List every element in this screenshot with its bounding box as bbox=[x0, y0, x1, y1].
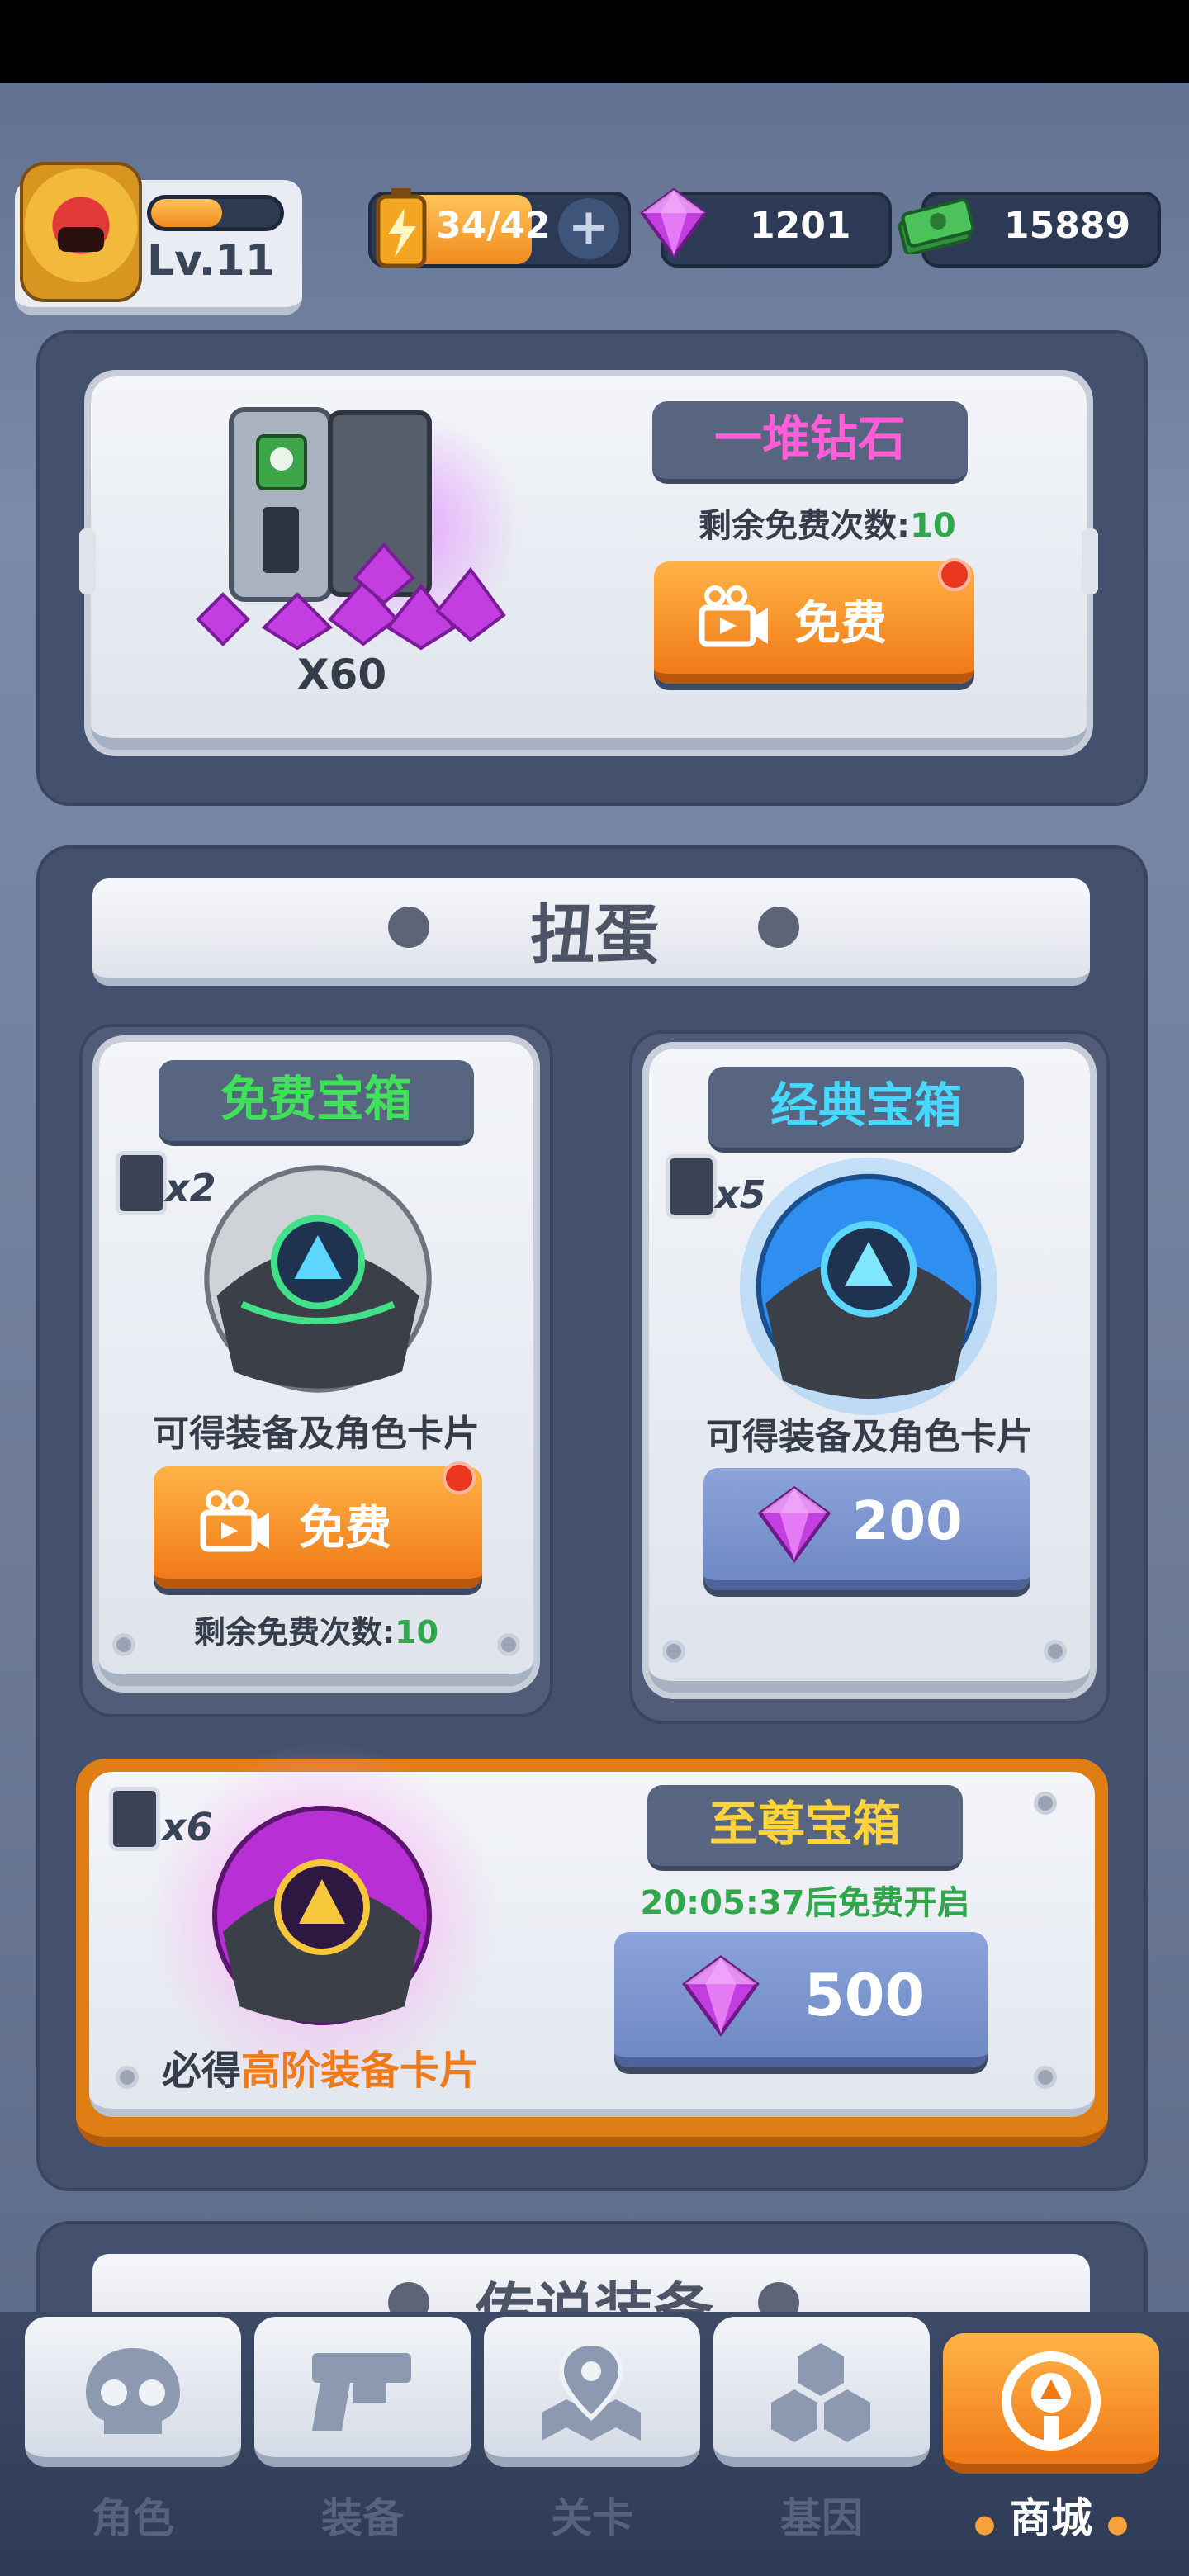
card-side-tab-right bbox=[1082, 528, 1098, 594]
card-icon bbox=[109, 1787, 160, 1851]
nav-label-shop-text: 商城 bbox=[1010, 2494, 1092, 2542]
player-level: Lv.11 bbox=[147, 236, 275, 286]
classic-chest-title: 经典宝箱 bbox=[708, 1067, 1024, 1153]
vault-gems-icon bbox=[196, 407, 520, 651]
free-chest-title: 免费宝箱 bbox=[159, 1060, 474, 1146]
remaining-label: 剩余免费次数: bbox=[699, 507, 910, 545]
supreme-desc-prefix: 必得 bbox=[162, 2048, 242, 2094]
dot-left-icon: ● bbox=[973, 2510, 996, 2539]
notification-dot bbox=[938, 558, 971, 591]
nav-label-character: 角色 bbox=[92, 2494, 174, 2542]
nav-tab-character[interactable] bbox=[25, 2317, 241, 2467]
status-bar bbox=[0, 0, 1189, 83]
nav-label-shop: ● 商城 ● bbox=[943, 2485, 1159, 2545]
free-chest-desc: 可得装备及角色卡片 bbox=[153, 1413, 480, 1455]
nav-label-stage: 关卡 bbox=[551, 2494, 633, 2542]
screw bbox=[112, 1633, 135, 1656]
supreme-chest-price: 500 bbox=[804, 1962, 926, 2029]
gem-pile-title: 一堆钻石 bbox=[652, 401, 968, 484]
gem-pile-quantity: X60 bbox=[297, 651, 387, 698]
shop-icon bbox=[1002, 2351, 1101, 2451]
nav-tab-stage[interactable] bbox=[484, 2317, 700, 2467]
nav-tab-equipment[interactable] bbox=[254, 2317, 471, 2467]
free-chest-remaining: 剩余免费次数:10 bbox=[140, 1607, 492, 1652]
gem-icon bbox=[757, 1485, 831, 1564]
classic-chest-price: 200 bbox=[852, 1491, 963, 1552]
remaining-count: 10 bbox=[910, 507, 956, 545]
remaining-label: 剩余免费次数: bbox=[193, 1614, 396, 1650]
screw bbox=[1044, 1640, 1067, 1663]
free-chest-open-label: 免费 bbox=[299, 1502, 391, 1556]
gem-icon bbox=[640, 187, 708, 259]
banner-dot-left bbox=[388, 907, 429, 948]
video-ad-icon bbox=[200, 1490, 269, 1552]
add-energy-button[interactable]: + bbox=[558, 198, 619, 259]
nav-label-equipment: 装备 bbox=[321, 2494, 404, 2542]
banner-dot-right bbox=[758, 907, 799, 948]
xp-fill bbox=[151, 199, 222, 227]
free-chest-open-button[interactable]: 免费 bbox=[154, 1466, 482, 1589]
map-pin-icon bbox=[542, 2340, 641, 2441]
card-icon bbox=[666, 1154, 717, 1219]
free-chest-orb-icon bbox=[204, 1165, 432, 1393]
skull-icon bbox=[86, 2348, 180, 2434]
notification-dot bbox=[443, 1461, 476, 1494]
hexagons-icon bbox=[771, 2343, 870, 2442]
screw bbox=[1034, 2066, 1057, 2089]
gun-icon bbox=[312, 2353, 411, 2431]
nav-tab-gene[interactable] bbox=[713, 2317, 930, 2467]
xp-bar bbox=[147, 195, 284, 231]
gem-pile-free-button[interactable]: 免费 bbox=[654, 561, 974, 684]
gacha-section-title: 扭蛋 bbox=[529, 898, 659, 973]
supreme-chest-orb-icon bbox=[149, 1742, 495, 2081]
energy-value: 34/42 bbox=[436, 205, 551, 247]
supreme-chest-buy-button[interactable]: 500 bbox=[614, 1932, 988, 2067]
avatar-face bbox=[58, 227, 104, 252]
classic-chest-buy-button[interactable]: 200 bbox=[703, 1468, 1030, 1590]
gem-pile-free-label: 免费 bbox=[794, 597, 887, 651]
card-side-tab-left bbox=[79, 528, 96, 594]
supreme-chest-multiplier: x6 bbox=[162, 1805, 213, 1849]
supreme-chest-title: 至尊宝箱 bbox=[647, 1785, 963, 1871]
screw bbox=[1034, 1792, 1057, 1815]
cash-value: 15889 bbox=[1004, 205, 1131, 247]
supreme-chest-desc: 必得高阶装备卡片 bbox=[162, 2038, 479, 2095]
supreme-chest-timer: 20:05:37后免费开启 bbox=[640, 1884, 970, 1922]
battery-icon bbox=[376, 188, 427, 268]
screw bbox=[116, 2066, 139, 2089]
classic-chest-orb-icon bbox=[740, 1158, 997, 1415]
card-icon bbox=[116, 1151, 167, 1215]
screw bbox=[497, 1633, 520, 1656]
nav-label-gene: 基因 bbox=[780, 2494, 863, 2542]
screw bbox=[662, 1640, 685, 1663]
gem-pile-remaining: 剩余免费次数:10 bbox=[699, 499, 956, 547]
gem-icon bbox=[682, 1955, 760, 2037]
cash-icon bbox=[898, 198, 975, 254]
nav-tab-shop[interactable] bbox=[943, 2333, 1159, 2474]
supreme-desc-highlight: 高阶装备卡片 bbox=[241, 2048, 480, 2094]
classic-chest-desc: 可得装备及角色卡片 bbox=[706, 1416, 1033, 1458]
dot-right-icon: ● bbox=[1106, 2510, 1129, 2539]
gem-value: 1201 bbox=[750, 205, 851, 247]
video-ad-icon bbox=[699, 585, 768, 647]
remaining-count: 10 bbox=[395, 1614, 439, 1650]
